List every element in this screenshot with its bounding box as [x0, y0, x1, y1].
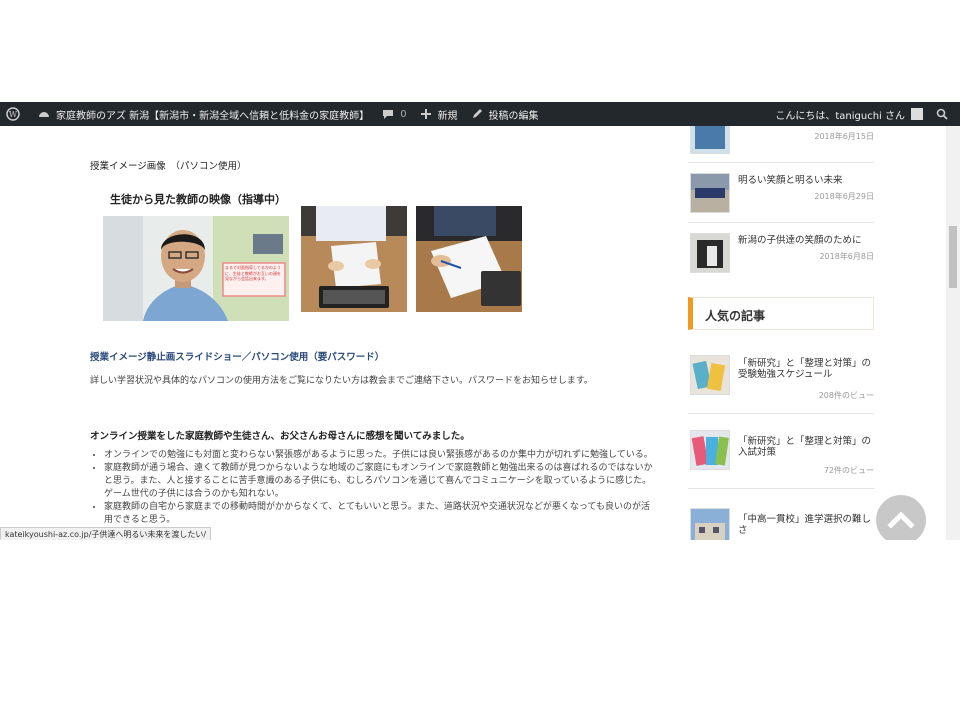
divider [688, 222, 874, 223]
plus-icon [420, 109, 431, 119]
scrollbar-thumb[interactable] [949, 226, 957, 288]
photo-overlay-note: まるで対面指導してるかのように、生徒と教師がお互いの顔を見ながら会話出来ます。 [225, 265, 281, 281]
site-name: 家庭教師のアズ 新潟【新潟市・新潟全域へ信頼と低料金の家庭教師】 [56, 110, 370, 122]
post-thumbnail [690, 430, 730, 470]
edit-post-button[interactable]: 投稿の編集 [464, 102, 545, 126]
status-bar-url: kateikyoushi-az.co.jp/子供達へ明るい未来を渡したい/ [0, 527, 212, 540]
post-title: 「新研究」と「整理と対策」の入試対策 [738, 436, 872, 458]
site-name-link[interactable]: 家庭教師のアズ 新潟【新潟市・新潟全域へ信頼と低料金の家庭教師】 [31, 102, 375, 126]
post-title: 明るい笑顔と明るい未来 [738, 175, 843, 186]
recent-post-item[interactable]: 新潟の子供達の笑顔のために 2018年6月8日 [688, 230, 876, 274]
recent-post-item[interactable]: 明るい笑顔と明るい未来 2018年6月29日 [688, 170, 876, 214]
post-date: 2018年6月8日 [819, 252, 874, 261]
post-title: 「中高一貫校」進学選択の難しさ [738, 514, 872, 536]
notebook-photo-2 [416, 206, 522, 312]
search-button[interactable] [929, 102, 960, 126]
popular-post-item[interactable]: 「新研究」と「整理と対策」の入試対策 72件のビュー [688, 428, 876, 475]
notebook-photo-1 [301, 206, 407, 312]
popular-post-item[interactable]: 「新研究」と「整理と対策」の受験勉強スケジュール 208件のビュー [688, 353, 876, 400]
comments-button[interactable]: 0 [375, 102, 412, 126]
popular-posts-header: 人気の記事 [688, 297, 874, 330]
impressions-list: オンラインでの勉強にも対面と変わらない緊張感があるように思った。子供には良い緊張… [90, 449, 654, 527]
new-content-button[interactable]: 新規 [413, 102, 464, 126]
post-thumbnail [690, 126, 730, 154]
post-thumbnail [690, 508, 730, 540]
divider [688, 162, 874, 163]
images-heading: 授業イメージ画像 （パソコン使用） [90, 161, 247, 172]
greeting: こんにちは、taniguchi さん [775, 110, 905, 122]
recent-post-item[interactable]: 2018年6月15日 [688, 126, 876, 154]
admin-bar: W 家庭教師のアズ 新潟【新潟市・新潟全域へ信頼と低料金の家庭教師】 0 新規 … [0, 102, 960, 126]
post-date: 2018年6月29日 [814, 192, 874, 201]
widget-title: 人気の記事 [705, 309, 766, 323]
pencil-icon [472, 109, 482, 118]
divider [688, 413, 874, 414]
post-title: 「新研究」と「整理と対策」の受験勉強スケジュール [738, 358, 872, 380]
chevron-up-icon [887, 511, 915, 529]
vertical-scrollbar[interactable] [946, 126, 960, 540]
search-icon [936, 108, 948, 120]
new-label: 新規 [437, 110, 458, 122]
avatar [911, 108, 923, 120]
list-item: オンラインでの勉強にも対面と変わらない緊張感があるように思った。子供には良い緊張… [104, 449, 654, 462]
wordpress-icon: W [6, 107, 20, 121]
post-thumbnail [690, 173, 730, 213]
comment-icon [383, 110, 394, 119]
post-date: 2018年6月15日 [814, 132, 874, 141]
post-title: 新潟の子供達の笑顔のために [738, 235, 862, 246]
slideshow-link[interactable]: 授業イメージ静止画スライドショー／パソコン使用（要パスワード） [90, 349, 384, 363]
contact-note: 詳しい学習状況や具体的なパソコンの使用方法をご覧になりたい方は教会までご連絡下さ… [90, 376, 593, 386]
post-views: 72件のビュー [823, 466, 874, 475]
photo-caption: 生徒から見た教師の映像（指導中） [110, 193, 286, 206]
popular-post-item[interactable]: 「中高一貫校」進学選択の難しさ [688, 506, 876, 540]
edit-label: 投稿の編集 [488, 110, 539, 122]
user-account-menu[interactable]: こんにちは、taniguchi さん [769, 102, 929, 126]
browser-viewport: W 家庭教師のアズ 新潟【新潟市・新潟全域へ信頼と低料金の家庭教師】 0 新規 … [0, 102, 960, 540]
dashboard-icon [39, 112, 49, 117]
wordpress-logo-button[interactable]: W [0, 102, 31, 126]
divider [688, 488, 874, 489]
page-content: 授業イメージ画像 （パソコン使用） 生徒から見た教師の映像（指導中） まるで対面… [0, 126, 946, 540]
svg-text:W: W [9, 110, 18, 119]
post-thumbnail [690, 233, 730, 273]
list-item: 家庭教師の自宅から家庭までの移動時間がかからなくて、とてもいいと思う。また、道路… [104, 501, 654, 527]
impressions-heading: オンライン授業をした家庭教師や生徒さん、お父さんお母さんに感想を聞いてみました。 [90, 431, 470, 442]
post-views: 208件のビュー [818, 391, 874, 400]
scroll-to-top-button[interactable] [876, 495, 926, 540]
post-thumbnail [690, 355, 730, 395]
comments-count: 0 [400, 108, 407, 120]
list-item: 家庭教師が通う場合、遠くて教師が見つからないような地域のご家庭にもオンラインで家… [104, 462, 654, 501]
teacher-video-photo: まるで対面指導してるかのように、生徒と教師がお互いの顔を見ながら会話出来ます。 [103, 216, 289, 321]
